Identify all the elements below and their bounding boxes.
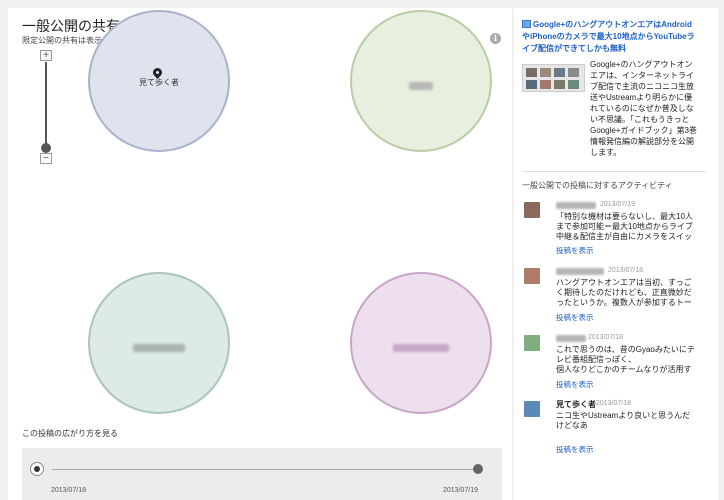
zoom-control: + − xyxy=(40,50,54,170)
thumbnail-tile xyxy=(526,68,537,77)
activity-line: 個人なりどこかのチームなりが活用す xyxy=(556,365,692,374)
activity-line: く期待したのだけれども、正直微妙だ xyxy=(556,288,692,297)
activity-username[interactable]: 見て歩く者 xyxy=(556,399,596,410)
blurred-username[interactable] xyxy=(556,335,586,342)
view-post-link[interactable]: 投稿を表示 xyxy=(556,245,594,256)
play-button[interactable] xyxy=(30,462,44,476)
title-prefix: 一般公開の共有 xyxy=(22,18,120,34)
timeline-end-handle[interactable] xyxy=(473,464,483,474)
thumbnail-tile xyxy=(554,80,565,89)
activity-line: ったというか。複数人が参加するトー xyxy=(556,298,692,307)
avatar[interactable] xyxy=(524,401,540,417)
activity-line: まで参加可能＝最大10地点からライブ xyxy=(556,222,693,231)
thumbnail-tile xyxy=(568,80,579,89)
activity-date: 2013/07/18 xyxy=(596,400,632,407)
description-line: Google+ガイドブック」第3巻 xyxy=(590,126,697,135)
zoom-out-button[interactable]: − xyxy=(40,153,52,164)
thumbnail-tile xyxy=(554,68,565,77)
zoom-slider-fill xyxy=(45,62,47,148)
activity-text: ニコ生やUstreamより良いと思うんだ けどなあ xyxy=(556,411,704,431)
description-line: エアは、インターネットライ xyxy=(590,71,694,80)
share-circle-1[interactable]: 見て歩く者 xyxy=(88,10,230,152)
activity-text: これで思うのは、昔のGyaoみたいにテ レビ番組配信っぽく、 個人なりどこかのチ… xyxy=(556,345,704,375)
thumbnail-tile xyxy=(526,80,537,89)
activity-text: 「特別な機材は要らないし、最大10人 まで参加可能＝最大10地点からライブ 中継… xyxy=(556,212,704,242)
zoom-in-button[interactable]: + xyxy=(40,50,52,61)
blurred-username[interactable] xyxy=(556,268,604,275)
description-line: します。 xyxy=(590,148,622,157)
divider xyxy=(522,171,706,172)
timeline-start-date: 2013/07/18 xyxy=(51,487,87,494)
view-post-link[interactable]: 投稿を表示 xyxy=(556,312,594,323)
activity-line: レビ番組配信っぽく、 xyxy=(556,355,636,364)
info-icon[interactable]: i xyxy=(490,33,501,44)
zoom-slider-handle[interactable] xyxy=(41,142,51,153)
post-description: Google+のハングアウトオン エアは、インターネットライ ブ配信で主流のニコ… xyxy=(590,59,708,158)
avatar[interactable] xyxy=(524,335,540,351)
post-thumbnail[interactable] xyxy=(522,64,585,92)
description-line: 送やUstreamより明らかに優 xyxy=(590,93,693,102)
description-line: れているのになぜか普及しな xyxy=(590,104,694,113)
share-circle-3[interactable] xyxy=(88,272,230,414)
description-line: Google+のハングアウトオン xyxy=(590,60,693,69)
timeline-track[interactable] xyxy=(52,469,478,470)
activity-line: 「特別な機材は要らないし、最大10人 xyxy=(556,212,693,221)
activity-text: ハングアウトオンエアは当初、すっご く期待したのだけれども、正直微妙だ ったとい… xyxy=(556,278,704,308)
timeline-player: 2013/07/18 2013/07/19 xyxy=(22,448,502,500)
timeline-label: この投稿の広がり方を見る xyxy=(22,429,118,438)
activity-line: ハングアウトオンエアは当初、すっご xyxy=(556,278,692,287)
share-circle-2[interactable] xyxy=(350,10,492,152)
post-image-icon xyxy=(522,20,531,28)
blurred-name xyxy=(393,344,449,352)
activity-line: けどなあ xyxy=(556,421,588,430)
activity-date: 2013/07/18 xyxy=(588,334,624,341)
thumbnail-tile xyxy=(540,80,551,89)
thumbnail-tile xyxy=(540,68,551,77)
ripples-panel: 一般公開の共有 4 回。 限定公開の共有は表示されません。 i 見て歩く者 + … xyxy=(8,8,512,500)
blurred-name xyxy=(133,344,185,352)
view-post-link[interactable]: 投稿を表示 xyxy=(556,444,594,455)
activity-date: 2013/07/18 xyxy=(608,267,644,274)
description-line: い不思議。「これもうきっと xyxy=(590,115,690,124)
blurred-name xyxy=(409,82,433,90)
blurred-username[interactable] xyxy=(556,202,596,209)
activity-date: 2013/07/19 xyxy=(600,201,636,208)
post-title-line: やiPhoneのカメラで最大10地点からYouTubeラ xyxy=(522,32,695,41)
avatar[interactable] xyxy=(524,268,540,284)
post-title-line: イブ配信ができてしかも無料 xyxy=(522,44,626,53)
view-post-link[interactable]: 投稿を表示 xyxy=(556,379,594,390)
activity-line: これで思うのは、昔のGyaoみたいにテ xyxy=(556,345,695,354)
post-title-line: Google+のハングアウトオンエアはAndroid xyxy=(533,20,692,29)
activity-line: ニコ生やUstreamより良いと思うんだ xyxy=(556,411,691,420)
post-title-link[interactable]: Google+のハングアウトオンエアはAndroid やiPhoneのカメラで最… xyxy=(522,19,708,55)
thumbnail-tile xyxy=(568,68,579,77)
sidebar: Google+のハングアウトオンエアはAndroid やiPhoneのカメラで最… xyxy=(514,8,718,500)
activity-heading: 一般公開での投稿に対するアクティビティ xyxy=(522,181,673,190)
circle-label: 見て歩く者 xyxy=(139,78,179,87)
timeline-end-date: 2013/07/19 xyxy=(443,487,479,494)
share-circle-4[interactable] xyxy=(350,272,492,414)
description-line: ブ配信で主流のニコニコ生放 xyxy=(590,82,694,91)
description-line: 情報発信編の解説部分を公開 xyxy=(590,137,694,146)
activity-line: 中継＆配信主が自由にカメラをスイッ xyxy=(556,232,692,241)
avatar[interactable] xyxy=(524,202,540,218)
